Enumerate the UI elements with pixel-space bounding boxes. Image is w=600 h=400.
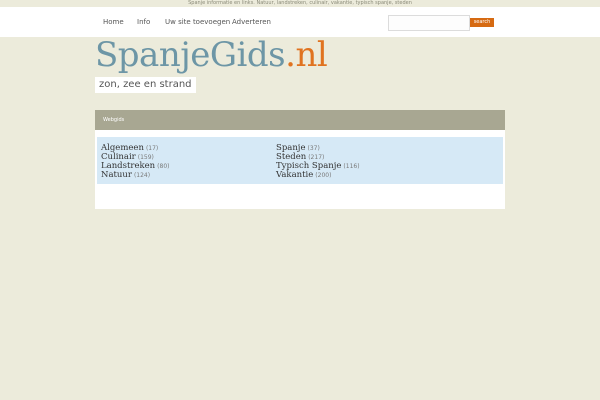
category-list: Algemeen (17) Culinair (159) Landstreken (8… xyxy=(97,137,503,184)
category-column-right: Spanje (37) Steden (217) Typisch Spanje (11… xyxy=(276,140,360,180)
nav-item-advertise[interactable]: Adverteren xyxy=(232,7,271,37)
category-count: (200) xyxy=(315,172,332,179)
search-input[interactable] xyxy=(388,15,470,31)
search-button[interactable]: search xyxy=(470,18,494,27)
logo-tld-text: .nl xyxy=(285,35,328,75)
category-item: Spanje (37) xyxy=(276,140,360,153)
nav-item-add-site[interactable]: Uw site toevoegen xyxy=(165,7,230,37)
top-navigation: Home Info Uw site toevoegen Adverteren s… xyxy=(0,7,600,37)
category-item: Culinair (159) xyxy=(101,149,169,162)
panel-header: Webgids xyxy=(95,110,505,130)
category-count: (80) xyxy=(157,163,170,170)
nav-item-info[interactable]: Info xyxy=(137,7,150,37)
category-item: Steden (217) xyxy=(276,149,360,162)
site-logo[interactable]: SpanjeGids.nl xyxy=(95,34,328,76)
category-item: Landstreken (80) xyxy=(101,158,170,171)
site-description-strip: Spanje informatie en links. Natuur, land… xyxy=(0,0,600,7)
category-link-natuur[interactable]: Natuur xyxy=(101,170,132,180)
nav-item-home[interactable]: Home xyxy=(103,7,124,37)
logo-main-text: SpanjeGids xyxy=(95,35,286,75)
category-count: (124) xyxy=(133,172,151,179)
category-count: (116) xyxy=(343,163,360,170)
category-item: Typisch Spanje (116) xyxy=(276,158,360,171)
category-column-left: Algemeen (17) Culinair (159) Landstreken (8… xyxy=(101,140,170,180)
webgids-panel: Webgids Algemeen (17) Culinair (159) Lands… xyxy=(95,110,505,209)
site-tagline: zon, zee en strand xyxy=(95,77,196,93)
category-item: Algemeen (17) xyxy=(101,140,169,153)
panel-title: Webgids xyxy=(103,117,125,123)
category-link-vakantie[interactable]: Vakantie xyxy=(276,170,313,180)
